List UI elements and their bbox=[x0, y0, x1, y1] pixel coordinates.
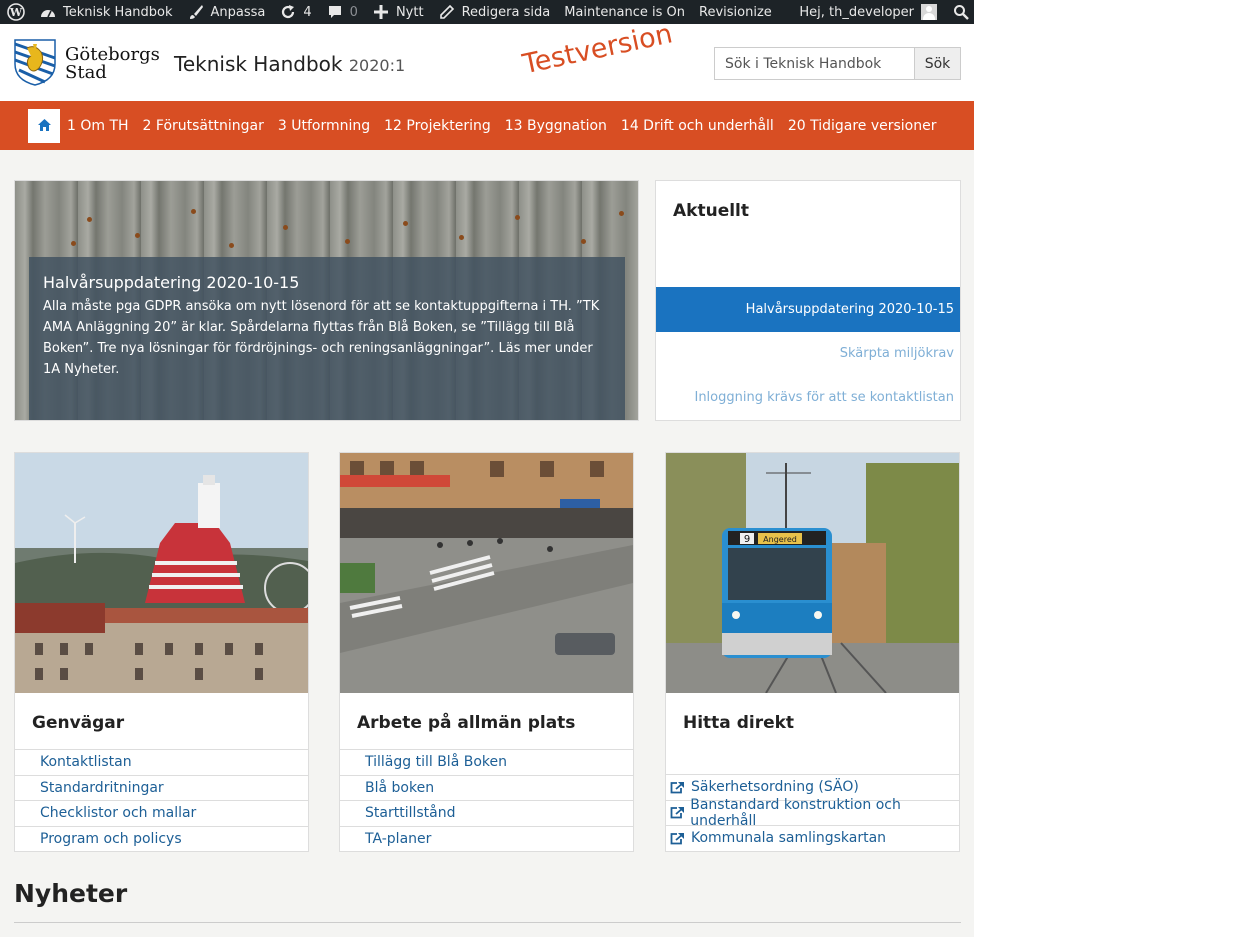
refresh-icon bbox=[279, 3, 297, 21]
site-name-label: Teknisk Handbok bbox=[63, 4, 173, 20]
svg-text:W: W bbox=[9, 6, 23, 19]
city-skyline-image bbox=[15, 453, 308, 693]
site-header: Göteborgs Stad Teknisk Handbok 2020:1 Te… bbox=[0, 24, 974, 101]
updates-link[interactable]: 4 bbox=[272, 0, 318, 24]
tram-number: 9 bbox=[744, 534, 750, 545]
admin-search-button[interactable] bbox=[944, 0, 974, 24]
nav-item-projektering[interactable]: 12 Projektering bbox=[384, 118, 491, 134]
link-label: Säkerhetsordning (SÄO) bbox=[691, 779, 859, 796]
edit-page-link[interactable]: Redigera sida bbox=[431, 0, 558, 24]
link-label: Banstandard konstruktion och underhåll bbox=[690, 796, 901, 829]
dashboard-icon bbox=[39, 3, 57, 21]
card-link-list: Kontaktlistan Standardritningar Checklis… bbox=[15, 749, 308, 851]
aktuellt-item-active[interactable]: Halvårsuppdatering 2020-10-15 bbox=[656, 287, 960, 332]
hero-title: Halvårsuppdatering 2020-10-15 bbox=[43, 273, 300, 292]
link-program-och-policys[interactable]: Program och policys bbox=[15, 825, 308, 852]
card-heading: Hitta direkt bbox=[683, 713, 795, 733]
search-button[interactable]: Sök bbox=[914, 47, 961, 80]
pencil-icon bbox=[438, 3, 456, 21]
link-checklistor-och-mallar[interactable]: Checklistor och mallar bbox=[15, 800, 308, 826]
revisionize-link[interactable]: Revisionize bbox=[692, 0, 779, 24]
aktuellt-heading: Aktuellt bbox=[673, 201, 750, 221]
aktuellt-item-label: Halvårsuppdatering 2020-10-15 bbox=[745, 302, 954, 317]
main-navigation: 1 Om TH 2 Förutsättningar 3 Utformning 1… bbox=[0, 101, 974, 150]
card-hitta-direkt: 9 Angered Hitta direkt Säkerhetsordning … bbox=[665, 452, 960, 852]
link-banstandard[interactable]: Banstandard konstruktion och underhåll bbox=[666, 796, 959, 829]
revisionize-label: Revisionize bbox=[699, 4, 772, 20]
coat-of-arms-icon bbox=[13, 38, 57, 90]
card-genvagar: Genvägar Kontaktlistan Standardritningar… bbox=[14, 452, 309, 852]
maintenance-link[interactable]: Maintenance is On bbox=[557, 0, 692, 24]
site-title-text: Teknisk Handbok bbox=[174, 52, 343, 76]
comment-icon bbox=[326, 3, 344, 21]
hero-caption: Halvårsuppdatering 2020-10-15 Alla måste… bbox=[29, 257, 625, 420]
link-label: Kommunala samlingskartan bbox=[691, 830, 887, 847]
link-kontaktlistan[interactable]: Kontaktlistan bbox=[15, 749, 308, 775]
testversion-stamp: Testversion bbox=[520, 24, 676, 81]
avatar bbox=[921, 4, 937, 20]
goteborgs-stad-logo[interactable]: Göteborgs Stad bbox=[13, 38, 160, 90]
site-search: Sök bbox=[714, 47, 961, 80]
external-link-icon bbox=[670, 832, 687, 845]
wordpress-logo-button[interactable]: W bbox=[0, 0, 32, 24]
plus-icon bbox=[372, 3, 390, 21]
nav-item-forutsattningar[interactable]: 2 Förutsättningar bbox=[143, 118, 264, 134]
card-arbete-pa-allman-plats: Arbete på allmän plats Tillägg till Blå … bbox=[339, 452, 634, 852]
new-label: Nytt bbox=[395, 4, 424, 20]
divider bbox=[14, 922, 961, 923]
search-icon bbox=[952, 3, 970, 21]
link-tillagg-till-bla-boken[interactable]: Tillägg till Blå Boken bbox=[340, 749, 633, 775]
aktuellt-panel: Aktuellt Halvårsuppdatering 2020-10-15 S… bbox=[655, 180, 961, 421]
external-link-icon bbox=[670, 781, 687, 794]
wordpress-icon: W bbox=[7, 3, 25, 21]
aktuellt-item[interactable]: Inloggning krävs för att se kontaktlista… bbox=[694, 390, 954, 405]
card-heading: Genvägar bbox=[32, 713, 125, 733]
nav-item-tidigare-versioner[interactable]: 20 Tidigare versioner bbox=[788, 118, 937, 134]
user-greeting: Hej, th_developer bbox=[799, 4, 914, 20]
external-link-icon bbox=[670, 806, 686, 819]
admin-bar: W Teknisk Handbok Anpassa 4 0 Nytt Redig… bbox=[0, 0, 974, 24]
new-content-link[interactable]: Nytt bbox=[365, 0, 431, 24]
user-account-menu[interactable]: Hej, th_developer bbox=[792, 0, 944, 24]
nav-item-om-th[interactable]: 1 Om TH bbox=[67, 118, 129, 134]
page: Göteborgs Stad Teknisk Handbok 2020:1 Te… bbox=[0, 24, 974, 937]
home-button[interactable] bbox=[28, 108, 60, 143]
home-icon bbox=[37, 116, 51, 135]
link-sakerhetsordning[interactable]: Säkerhetsordning (SÄO) bbox=[666, 774, 959, 800]
brush-icon bbox=[187, 3, 205, 21]
aktuellt-item[interactable]: Skärpta miljökrav bbox=[840, 346, 954, 361]
link-standardritningar[interactable]: Standardritningar bbox=[15, 774, 308, 801]
nav-item-byggnation[interactable]: 13 Byggnation bbox=[505, 118, 607, 134]
updates-count: 4 bbox=[303, 4, 312, 20]
site-name-link[interactable]: Teknisk Handbok bbox=[32, 0, 180, 24]
customize-link[interactable]: Anpassa bbox=[180, 0, 273, 24]
card-link-list: Säkerhetsordning (SÄO) Banstandard konst… bbox=[666, 774, 959, 851]
link-bla-boken[interactable]: Blå boken bbox=[340, 774, 633, 801]
search-input[interactable] bbox=[714, 47, 914, 80]
news-heading: Nyheter bbox=[14, 879, 128, 908]
comments-count: 0 bbox=[349, 4, 358, 20]
card-heading: Arbete på allmän plats bbox=[357, 713, 576, 733]
customize-label: Anpassa bbox=[210, 4, 266, 20]
link-starttillstand[interactable]: Starttillstånd bbox=[340, 800, 633, 826]
logo-line-2: Stad bbox=[65, 62, 107, 83]
hero-slide[interactable]: Halvårsuppdatering 2020-10-15 Alla måste… bbox=[14, 180, 639, 421]
comments-link[interactable]: 0 bbox=[319, 0, 365, 24]
site-title[interactable]: Teknisk Handbok 2020:1 bbox=[174, 52, 405, 76]
tram-destination: Angered bbox=[763, 535, 797, 544]
edit-page-label: Redigera sida bbox=[461, 4, 551, 20]
link-ta-planer[interactable]: TA-planer bbox=[340, 825, 633, 852]
link-kommunala-samlingskartan[interactable]: Kommunala samlingskartan bbox=[666, 825, 959, 851]
hero-text: Alla måste pga GDPR ansöka om nytt lösen… bbox=[43, 299, 600, 377]
maintenance-label: Maintenance is On bbox=[564, 4, 686, 20]
tram-image: 9 Angered bbox=[666, 453, 959, 693]
street-crossing-image bbox=[340, 453, 633, 693]
card-link-list: Tillägg till Blå Boken Blå boken Startti… bbox=[340, 749, 633, 851]
nav-item-drift-och-underhall[interactable]: 14 Drift och underhåll bbox=[621, 118, 774, 134]
nav-item-utformning[interactable]: 3 Utformning bbox=[278, 118, 370, 134]
site-version: 2020:1 bbox=[348, 56, 406, 75]
